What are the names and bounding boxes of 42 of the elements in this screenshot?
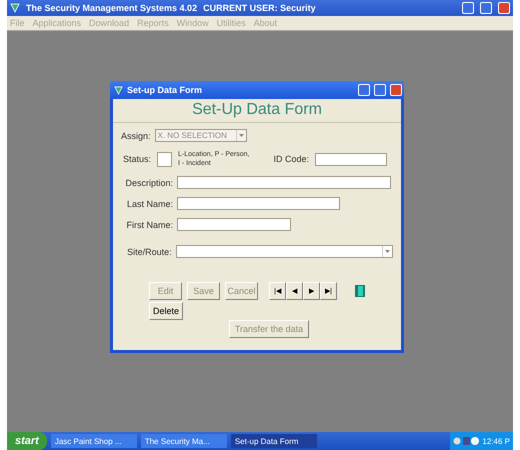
door-icon[interactable] xyxy=(354,284,366,298)
caret-icon xyxy=(382,246,392,257)
site-route-dropdown[interactable] xyxy=(176,245,393,258)
status-field[interactable] xyxy=(157,152,172,166)
window-title: The Security Management Systems 4.02 xyxy=(26,3,198,13)
minimize-button[interactable] xyxy=(462,2,474,14)
caret-icon xyxy=(236,130,246,141)
app-icon xyxy=(10,3,20,13)
app-icon xyxy=(114,86,123,94)
menu-item[interactable]: Utilities xyxy=(216,18,246,28)
description-field[interactable] xyxy=(177,176,391,189)
maximize-button[interactable] xyxy=(374,84,386,96)
menu-item[interactable]: Reports xyxy=(137,18,169,28)
dialog-title: Set-up Data Form xyxy=(127,85,202,95)
menu-item[interactable]: Applications xyxy=(32,18,82,28)
close-button[interactable] xyxy=(498,2,510,14)
first-name-field[interactable] xyxy=(177,218,291,231)
menu-item[interactable]: File xyxy=(10,18,25,28)
close-button[interactable] xyxy=(390,84,402,96)
restore-button[interactable] xyxy=(480,2,492,14)
clock: 12:46 P xyxy=(482,436,510,446)
menu-item[interactable]: Window xyxy=(176,18,209,28)
field-label: Site/Route: xyxy=(126,246,172,256)
start-button[interactable]: start xyxy=(7,432,47,450)
taskbar-button[interactable]: The Security Ma... xyxy=(140,434,227,448)
field-label: First Name: xyxy=(125,220,173,230)
field-label: Status: xyxy=(122,154,151,164)
minimize-button[interactable] xyxy=(358,84,370,96)
menu-item[interactable]: Download xyxy=(89,18,130,28)
id-code-field[interactable] xyxy=(315,152,387,166)
field-label: Last Name: xyxy=(126,198,173,208)
form-heading: Set-Up Data Form xyxy=(113,99,401,123)
field-label: Description: xyxy=(124,178,173,188)
taskbar-button[interactable]: Set-up Data Form xyxy=(230,434,317,448)
menu-item[interactable]: About xyxy=(254,18,278,28)
field-label: ID Code: xyxy=(273,154,309,164)
taskbar-button[interactable]: Jasc Paint Shop ... xyxy=(50,434,137,448)
tray-icons[interactable] xyxy=(453,436,480,446)
delete-button[interactable]: Delete xyxy=(149,302,183,320)
last-name-field[interactable] xyxy=(177,197,340,210)
current-user: CURRENT USER: Security xyxy=(203,3,316,13)
field-label: Assign: xyxy=(121,130,151,140)
